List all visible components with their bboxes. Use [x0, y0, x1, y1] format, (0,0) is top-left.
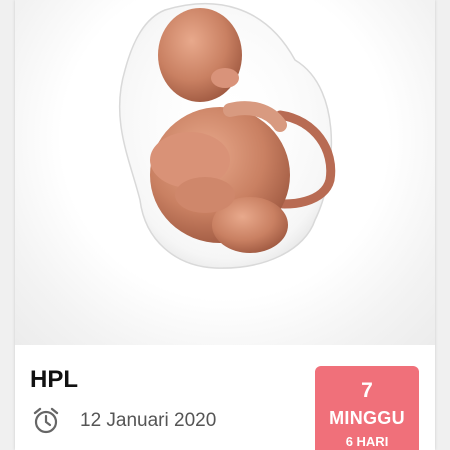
pregnancy-card[interactable]: HPL 12 Januari 2020 7 MINGGU 6 HARI	[15, 0, 435, 450]
weeks-number: 7	[361, 379, 373, 402]
fetus-illustration	[15, 0, 435, 345]
alarm-clock-icon	[31, 406, 61, 436]
pregnancy-age-badge: 7 MINGGU 6 HARI	[315, 366, 419, 450]
due-date-row: 12 Januari 2020	[31, 405, 216, 437]
card-title: HPL	[30, 366, 78, 393]
days-label: 6 HARI	[345, 434, 389, 449]
weeks-label: MINGGU	[329, 408, 405, 428]
due-date: 12 Januari 2020	[80, 410, 217, 431]
